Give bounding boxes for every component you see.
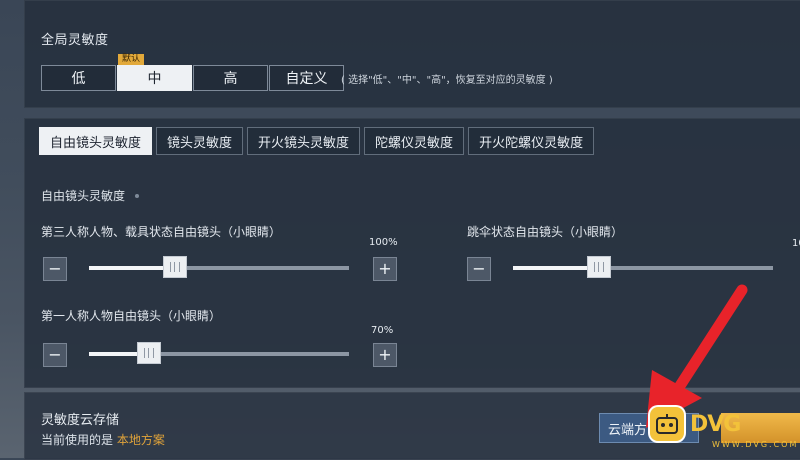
robot-icon — [650, 407, 684, 441]
watermark-text: DVG — [690, 411, 741, 437]
watermark-logo: DVG — [650, 404, 741, 444]
annotation-arrow-icon — [646, 284, 748, 428]
watermark-url: WWW.DVG.COM — [712, 440, 799, 449]
